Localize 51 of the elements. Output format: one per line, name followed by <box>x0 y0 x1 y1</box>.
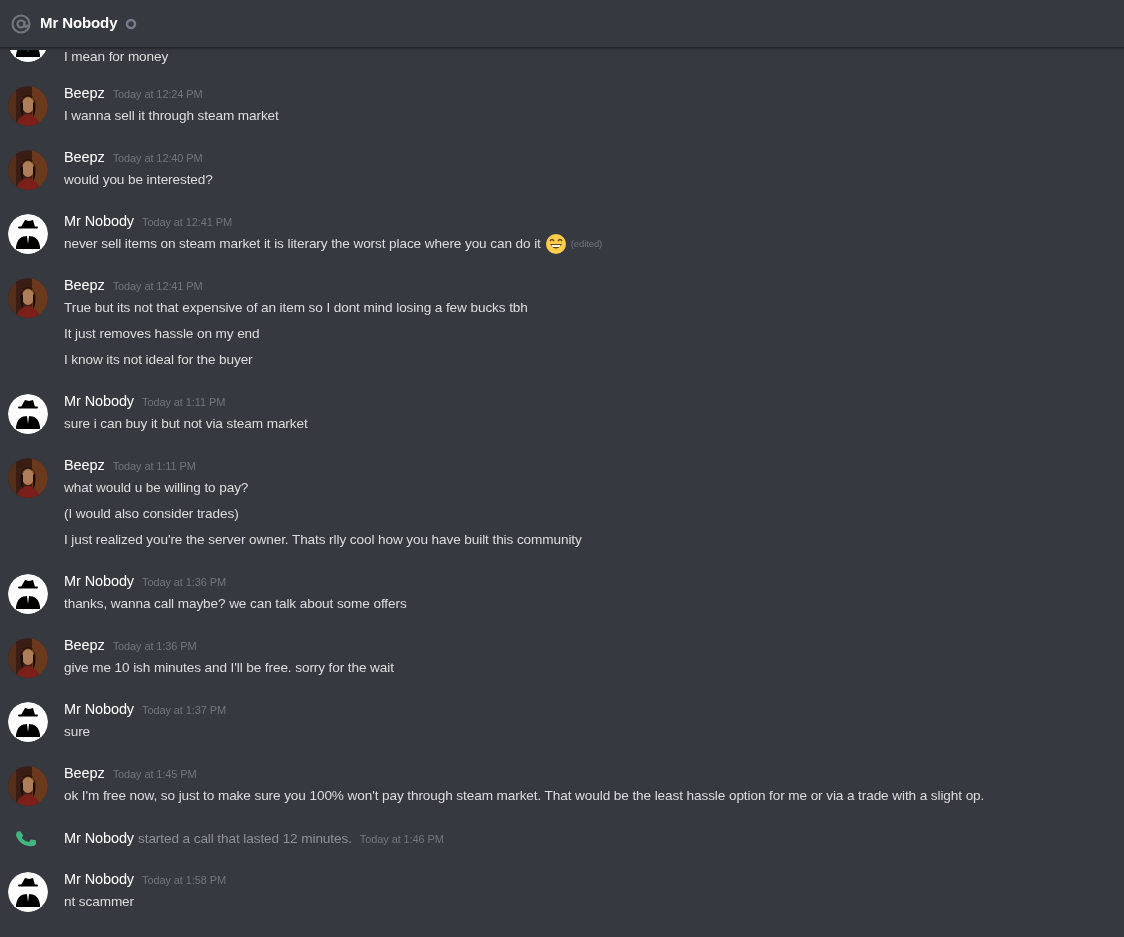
message-text: I wanna sell it through steam market <box>64 107 279 125</box>
message-text: would you be interested? <box>64 171 213 189</box>
message-text: sure <box>64 723 91 741</box>
figure-avatar-icon <box>8 702 48 742</box>
timestamp: Today at 1:45 PM <box>112 767 197 782</box>
author-name[interactable]: Beepz <box>64 764 105 782</box>
figure-avatar-icon <box>8 574 48 614</box>
timestamp: Today at 1:11 PM <box>142 395 226 410</box>
timestamp: Today at 1:58 PM <box>142 872 227 888</box>
author-name[interactable]: Mr Nobody <box>64 700 134 718</box>
timestamp: Today at 1:46 PM <box>359 832 444 847</box>
message-text: ok I'm free now, so just to make sure you 100% won't pay through steam market. That would be the least hassle option for me or via a trade with a slight op. <box>64 787 985 805</box>
figure-avatar-icon <box>8 394 48 434</box>
edited-label: (edited) <box>570 236 603 251</box>
author-name[interactable]: Mr Nobody <box>64 572 134 590</box>
message-text: never sell items on steam market it is literary the worst place where you can do it <box>64 235 541 253</box>
figure-avatar-icon <box>8 214 48 254</box>
message-text: what would u be willing to pay? <box>64 479 249 497</box>
message-text: thanks, wanna call maybe? we can talk about some offers <box>64 595 407 613</box>
message-text: I know its not ideal for the buyer <box>64 351 253 369</box>
channel-title: Mr Nobody <box>40 13 118 34</box>
message-text: I mean for money <box>64 50 169 64</box>
timestamp: Today at 1:11 PM <box>112 459 196 474</box>
message-text: sure i can buy it but not via steam market <box>64 415 308 433</box>
status-icon <box>125 17 138 30</box>
message-text: give me 10 ish minutes and I'll be free. sorry for the wait <box>64 659 394 677</box>
timestamp: Today at 12:41 PM <box>142 215 233 230</box>
grinning-emoji-icon <box>544 233 567 255</box>
author-name[interactable]: Beepz <box>64 148 105 166</box>
message-text: True but its not that expensive of an item so I dont mind losing a few bucks tbh <box>64 299 528 317</box>
author-name[interactable]: Beepz <box>64 276 105 294</box>
message-text: I just realized you're the server owner. Thats rlly cool how you have built this community <box>64 531 582 549</box>
author-name[interactable]: Beepz <box>64 456 105 474</box>
message-text: (I would also consider trades) <box>64 505 239 523</box>
call-text: started a call that lasted 12 minutes. <box>138 830 352 848</box>
author-name[interactable]: Mr Nobody <box>64 392 134 410</box>
message-text: It just removes hassle on my end <box>64 325 260 343</box>
author-name[interactable]: Mr Nobody <box>64 212 134 230</box>
timestamp: Today at 12:41 PM <box>112 279 203 294</box>
message-text: nt scammer <box>64 892 134 911</box>
figure-avatar-icon <box>8 871 48 912</box>
timestamp: Today at 1:37 PM <box>142 703 227 718</box>
timestamp: Today at 12:40 PM <box>112 151 203 166</box>
author-name[interactable]: Mr Nobody <box>64 869 134 888</box>
author-name[interactable]: Beepz <box>64 84 105 102</box>
timestamp: Today at 1:36 PM <box>142 575 227 590</box>
timestamp: Today at 12:24 PM <box>112 87 203 102</box>
mention-icon <box>10 12 32 35</box>
author-name[interactable]: Mr Nobody <box>64 828 134 850</box>
timestamp: Today at 1:36 PM <box>112 639 197 654</box>
author-name[interactable]: Beepz <box>64 636 105 654</box>
